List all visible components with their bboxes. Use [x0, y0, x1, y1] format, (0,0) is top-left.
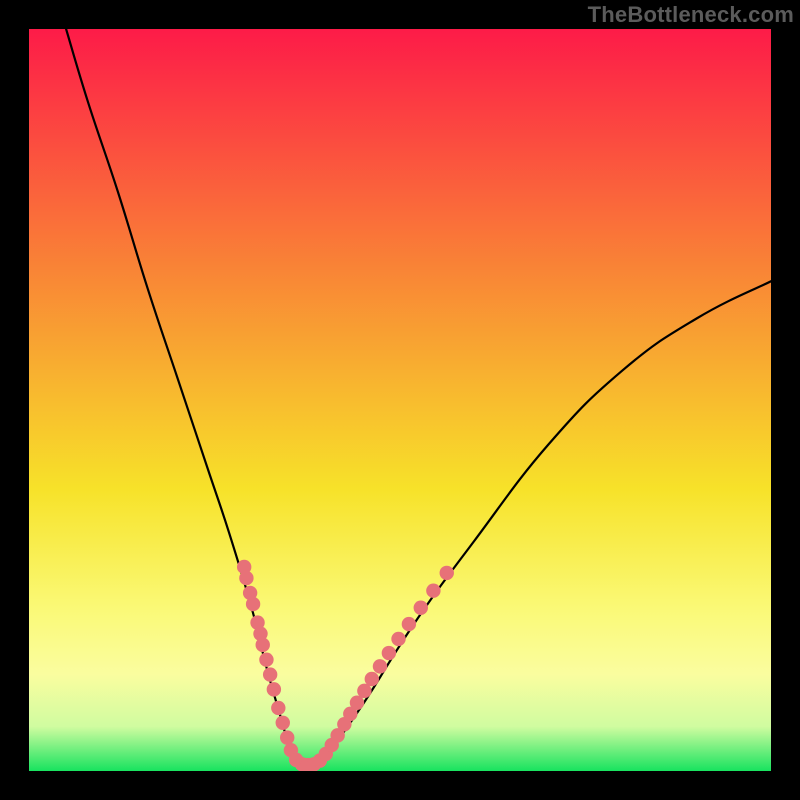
marker-dot: [426, 583, 440, 597]
marker-dot: [391, 632, 405, 646]
marker-dot: [382, 646, 396, 660]
marker-dot: [280, 730, 294, 744]
marker-dot: [246, 597, 260, 611]
plot-area: [29, 29, 771, 771]
marker-dot: [259, 653, 273, 667]
marker-dot: [365, 672, 379, 686]
outer-frame: TheBottleneck.com: [0, 0, 800, 800]
chart-svg: [29, 29, 771, 771]
marker-dot: [357, 684, 371, 698]
watermark-text: TheBottleneck.com: [588, 2, 794, 28]
marker-dot: [402, 617, 416, 631]
marker-dot: [440, 566, 454, 580]
marker-dot: [350, 696, 364, 710]
marker-dot: [267, 682, 281, 696]
marker-dot: [256, 638, 270, 652]
marker-dot: [271, 701, 285, 715]
marker-dot: [414, 601, 428, 615]
marker-dot: [373, 659, 387, 673]
gradient-background: [29, 29, 771, 771]
marker-dot: [263, 667, 277, 681]
marker-dot: [239, 571, 253, 585]
marker-dot: [276, 716, 290, 730]
